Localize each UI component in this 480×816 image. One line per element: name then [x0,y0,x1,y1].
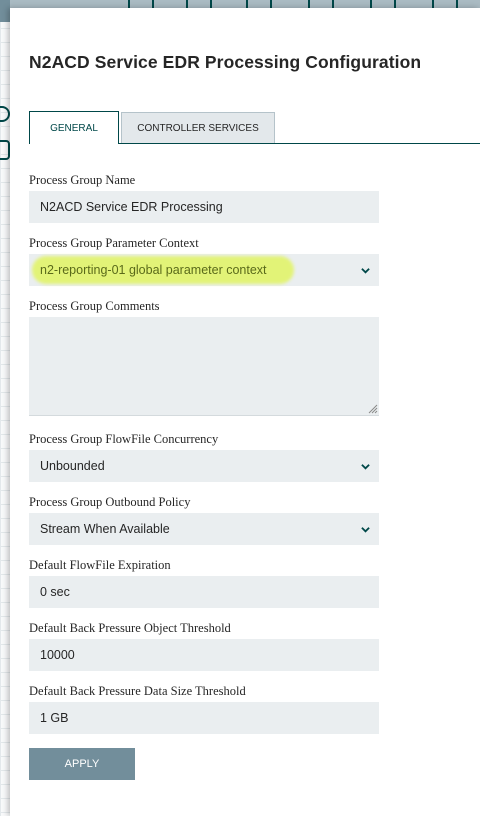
outbound-policy-value: Stream When Available [40,522,170,536]
process-group-name-value: N2ACD Service EDR Processing [40,200,223,214]
tab-controller-services[interactable]: CONTROLLER SERVICES [121,112,275,143]
parameter-context-value: n2-reporting-01 global parameter context [40,263,267,277]
flowfile-expiration-value: 0 sec [40,585,70,599]
configuration-dialog: N2ACD Service EDR Processing Configurati… [10,8,480,816]
process-group-name-label: Process Group Name [29,173,136,187]
backpressure-size-threshold-label: Default Back Pressure Data Size Threshol… [29,684,246,698]
outbound-policy-label: Process Group Outbound Policy [29,495,191,509]
chevron-down-icon [361,464,370,470]
comments-label: Process Group Comments [29,299,160,313]
parameter-context-label: Process Group Parameter Context [29,236,199,250]
dialog-title: N2ACD Service EDR Processing Configurati… [29,52,422,72]
flowfile-expiration-input[interactable]: 0 sec [29,576,379,608]
comments-textarea[interactable] [29,317,379,416]
backpressure-object-threshold-label: Default Back Pressure Object Threshold [29,621,231,635]
app-logo [0,0,10,22]
backpressure-size-threshold-input[interactable]: 1 GB [29,702,379,734]
flowfile-expiration-label: Default FlowFile Expiration [29,558,171,572]
parameter-context-select[interactable]: n2-reporting-01 global parameter context [29,254,379,286]
tab-general[interactable]: GENERAL [29,111,119,144]
chevron-down-icon [361,527,370,533]
chevron-down-icon [361,268,370,274]
dialog-tabs: GENERAL CONTROLLER SERVICES [29,111,480,144]
process-group-name-input[interactable]: N2ACD Service EDR Processing [29,191,379,223]
backpressure-size-threshold-value: 1 GB [40,711,69,725]
flowfile-concurrency-value: Unbounded [40,459,105,473]
operate-palette-icon[interactable] [0,140,10,160]
outbound-policy-select[interactable]: Stream When Available [29,513,379,545]
backpressure-object-threshold-input[interactable]: 10000 [29,639,379,671]
backpressure-object-threshold-value: 10000 [40,648,75,662]
flowfile-concurrency-label: Process Group FlowFile Concurrency [29,432,219,446]
apply-button[interactable]: APPLY [29,748,135,780]
flowfile-concurrency-select[interactable]: Unbounded [29,450,379,482]
resize-grip-icon[interactable] [368,404,378,414]
